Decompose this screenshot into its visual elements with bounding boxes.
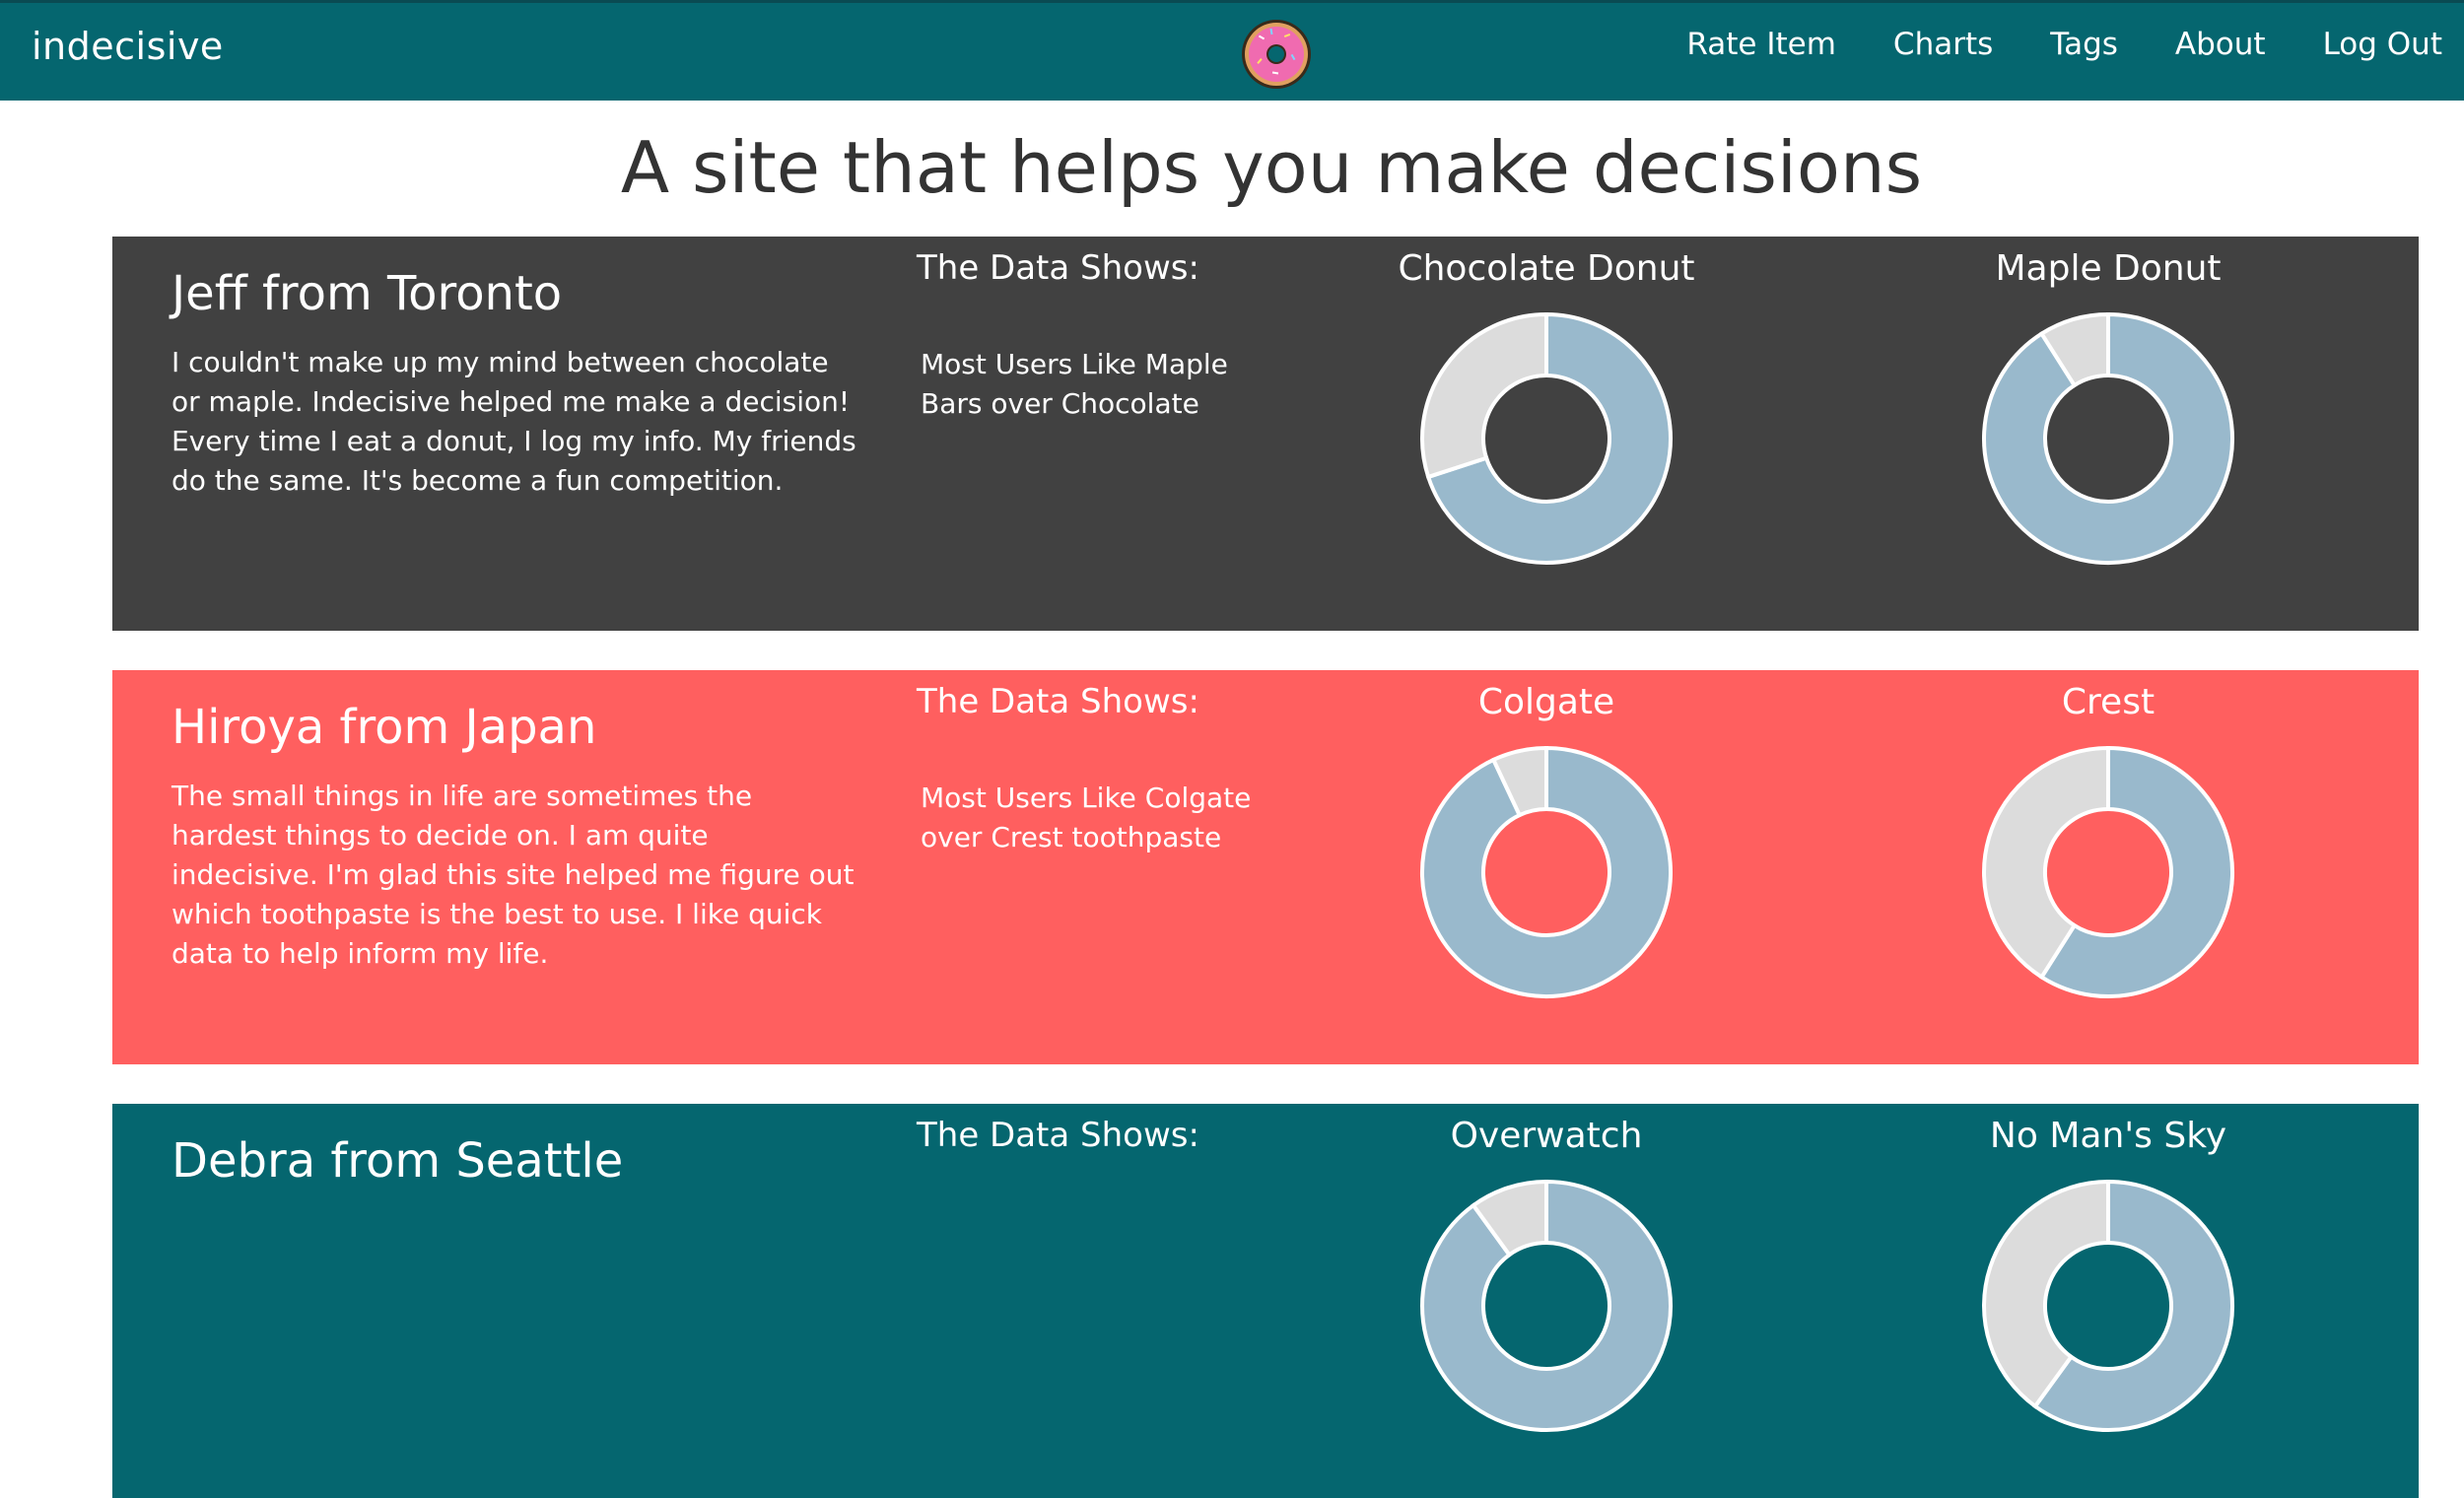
donut-chart [1982, 1179, 2234, 1432]
testimonial-panel: Debra from Seattle The Data Shows: Overw… [112, 1104, 2419, 1498]
testimonial-author: Hiroya from Japan [171, 700, 597, 755]
nav-log-out[interactable]: Log Out [2323, 27, 2442, 62]
chart-title: Maple Donut [1995, 248, 2222, 289]
testimonial-panel: Jeff from Toronto I couldn't make up my … [112, 237, 2419, 631]
data-heading: The Data Shows: [917, 248, 1199, 288]
chart-title: Chocolate Donut [1398, 248, 1695, 289]
nav-tags[interactable]: Tags [2050, 27, 2118, 62]
nav-links: Rate Item Charts Tags About Log Out [1629, 27, 2442, 62]
nav-about[interactable]: About [2175, 27, 2266, 62]
donut-chart [1420, 745, 1673, 998]
data-heading: The Data Shows: [917, 682, 1199, 721]
brand-link[interactable]: indecisive [32, 25, 224, 68]
data-heading: The Data Shows: [917, 1116, 1199, 1155]
testimonial-author: Jeff from Toronto [171, 266, 563, 321]
data-summary: Most Users Like Maple Bars over Chocolat… [921, 348, 1228, 420]
donut-chart [1982, 311, 2234, 565]
testimonial-text: The small things in life are sometimes t… [171, 780, 855, 970]
donut-chart [1420, 311, 1673, 565]
chart-title: Crest [2061, 682, 2156, 722]
page-title: A site that helps you make decisions [620, 126, 1923, 209]
donut-slice [1420, 311, 1548, 480]
chart-title: Overwatch [1450, 1116, 1643, 1156]
donut-chart [1982, 745, 2234, 998]
donut-icon[interactable] [1239, 17, 1314, 92]
navbar: indecisive Rate Item Charts Tags About L… [0, 0, 2464, 101]
data-summary: Most Users Like Colgate over Crest tooth… [921, 782, 1252, 853]
nav-charts[interactable]: Charts [1893, 27, 1993, 62]
testimonial-panel: Hiroya from Japan The small things in li… [112, 670, 2419, 1064]
donut-chart [1420, 1179, 1673, 1432]
nav-rate-item[interactable]: Rate Item [1686, 27, 1836, 62]
chart-title: Colgate [1477, 682, 1615, 722]
chart-title: No Man's Sky [1989, 1116, 2227, 1156]
testimonial-text: I couldn't make up my mind between choco… [171, 346, 856, 497]
testimonial-author: Debra from Seattle [171, 1133, 624, 1189]
